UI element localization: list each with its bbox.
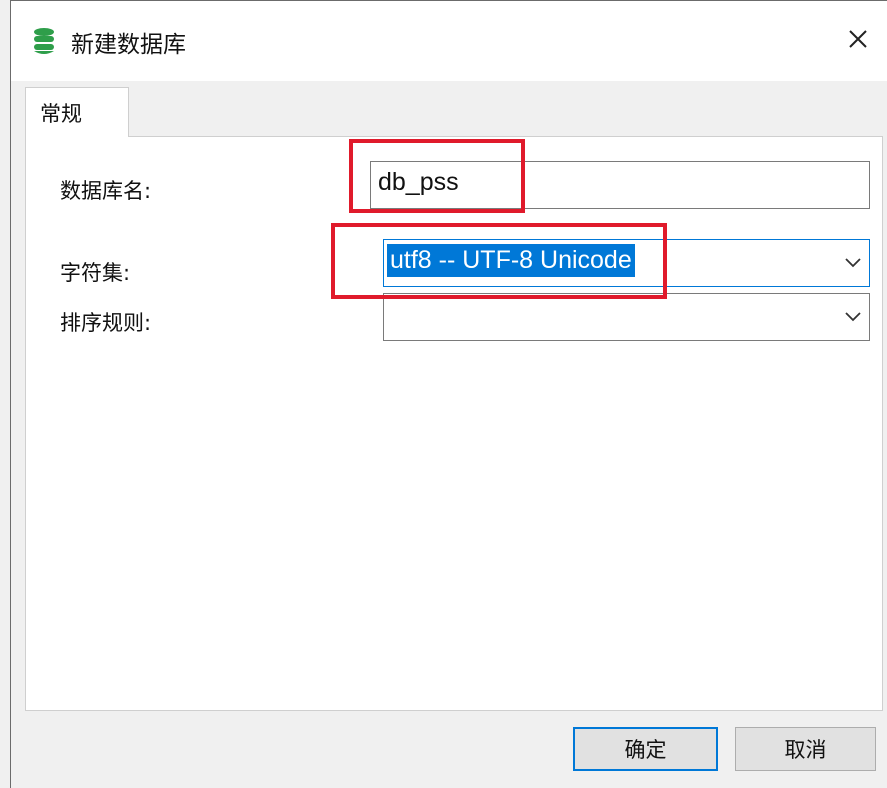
- collation-select[interactable]: [383, 293, 870, 341]
- database-icon: [33, 27, 55, 55]
- db-name-label: 数据库名:: [60, 179, 152, 203]
- cancel-button[interactable]: 取消: [735, 727, 876, 771]
- chevron-down-icon: [845, 254, 861, 268]
- general-panel: 数据库名: db_pss 字符集: utf8 -- UTF-8 Unicode …: [25, 136, 883, 711]
- db-name-field[interactable]: db_pss: [370, 161, 870, 209]
- close-button[interactable]: [829, 13, 887, 69]
- ok-button[interactable]: 确定: [573, 727, 718, 771]
- new-database-dialog: 新建数据库 常规 数据库名: db_pss 字符集: utf8 -- UTF-8…: [10, 0, 887, 788]
- collation-label: 排序规则:: [60, 311, 152, 335]
- dialog-title: 新建数据库: [71, 32, 186, 58]
- title-bar: 新建数据库: [11, 1, 887, 81]
- close-icon: [848, 29, 868, 53]
- charset-label: 字符集:: [60, 261, 131, 285]
- charset-value: utf8 -- UTF-8 Unicode: [387, 244, 635, 277]
- charset-select[interactable]: utf8 -- UTF-8 Unicode: [383, 239, 870, 287]
- tab-general[interactable]: 常规: [25, 87, 129, 137]
- chevron-down-icon: [845, 308, 861, 322]
- db-name-value: db_pss: [378, 168, 459, 196]
